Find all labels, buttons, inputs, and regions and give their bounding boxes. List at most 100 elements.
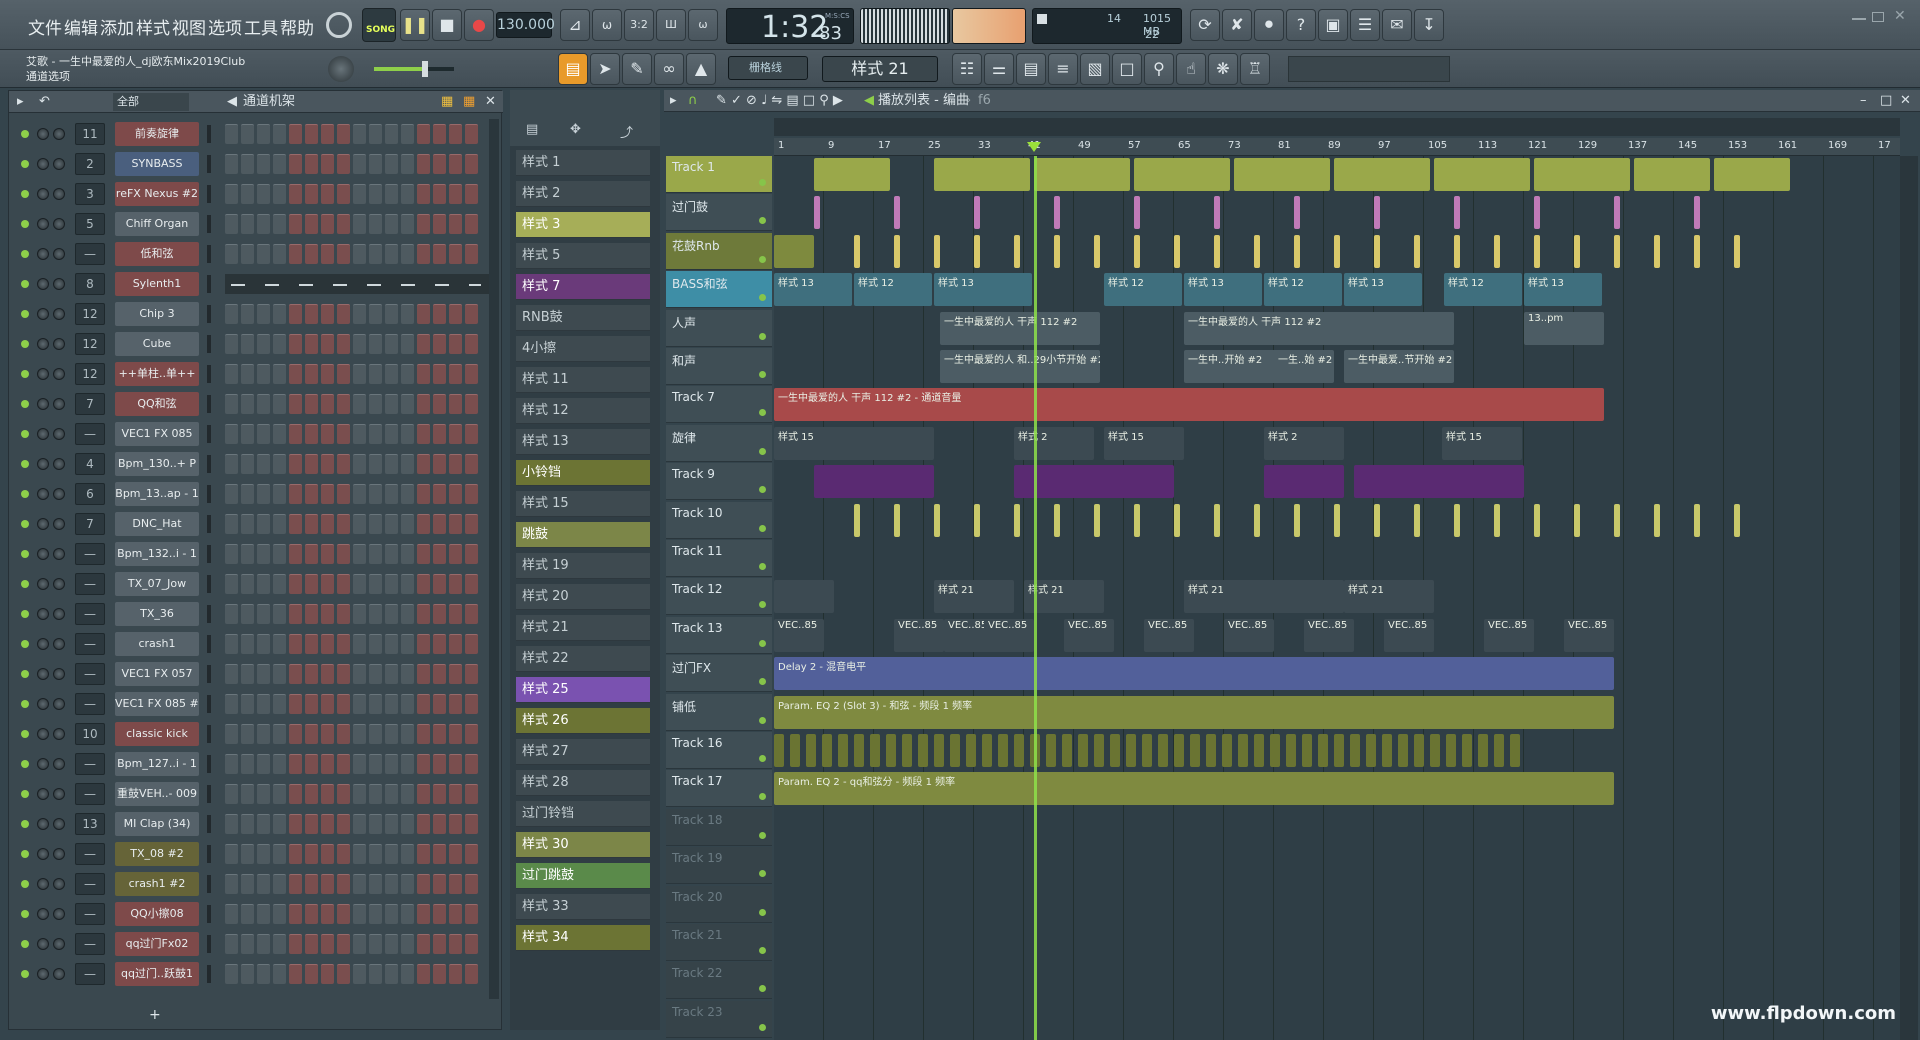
step-button[interactable] [305, 694, 318, 714]
step-button[interactable] [369, 964, 382, 984]
drum-fill-clip[interactable] [1414, 234, 1420, 268]
step-button[interactable] [353, 244, 366, 264]
pan-knob-icon[interactable] [37, 308, 49, 320]
step-button[interactable] [337, 874, 350, 894]
step-button[interactable] [433, 934, 446, 954]
drum-fill-clip[interactable] [1294, 503, 1300, 537]
step-button[interactable] [353, 424, 366, 444]
pattern-item[interactable]: 样式 5 [516, 243, 650, 269]
step-button[interactable] [337, 514, 350, 534]
drum-fill-clip[interactable] [1654, 234, 1660, 268]
step-button[interactable] [337, 124, 350, 144]
step-button[interactable] [337, 664, 350, 684]
channel-mute-led[interactable] [21, 160, 29, 168]
track-enable-led[interactable] [759, 870, 766, 878]
step-button[interactable] [289, 394, 302, 414]
track-enable-led[interactable] [759, 831, 766, 839]
channel-name-button[interactable]: 前奏旋律 [115, 122, 199, 146]
drum-fill-clip[interactable] [1374, 234, 1380, 268]
step-button[interactable] [257, 694, 270, 714]
pan-knob-icon[interactable] [37, 548, 49, 560]
channel-mute-led[interactable] [21, 820, 29, 828]
maximize-icon[interactable] [1872, 12, 1884, 22]
step-button[interactable] [337, 424, 350, 444]
step-button[interactable] [385, 844, 398, 864]
playlist-arrow-icon[interactable]: ▸ [670, 90, 677, 112]
playlist-clip[interactable]: 样式 12 [1444, 273, 1522, 307]
step-button[interactable] [289, 574, 302, 594]
step-button[interactable] [369, 844, 382, 864]
step-button[interactable] [385, 424, 398, 444]
channel-name-button[interactable]: Chip 3 [115, 302, 199, 326]
step-button[interactable] [465, 334, 478, 354]
step-button[interactable] [433, 454, 446, 474]
step-button[interactable] [465, 604, 478, 624]
channel-select-bar[interactable] [207, 245, 211, 263]
step-button[interactable] [321, 934, 334, 954]
channel-mute-led[interactable] [21, 310, 29, 318]
note-clip[interactable] [1142, 734, 1152, 767]
track-enable-led[interactable] [759, 985, 766, 993]
step-button[interactable] [321, 364, 334, 384]
mixer-track-number[interactable]: — [75, 573, 105, 595]
channel-rack-icon[interactable]: ☷ [952, 53, 982, 85]
channel-row[interactable]: 7 QQ和弦 [9, 389, 503, 419]
channel-row[interactable]: 5 Chiff Organ [9, 209, 503, 239]
step-button[interactable] [225, 814, 238, 834]
step-button[interactable] [241, 244, 254, 264]
step-button[interactable] [401, 784, 414, 804]
step-button[interactable] [321, 604, 334, 624]
step-button[interactable] [305, 154, 318, 174]
note-clip[interactable] [1046, 734, 1056, 767]
channel-select-bar[interactable] [207, 815, 211, 833]
step-button[interactable] [305, 724, 318, 744]
menu-pattern[interactable]: 样式 [136, 14, 170, 39]
step-button[interactable] [385, 514, 398, 534]
step-button[interactable] [401, 364, 414, 384]
channel-mute-led[interactable] [21, 700, 29, 708]
note-clip[interactable] [774, 734, 784, 767]
step-button[interactable] [417, 424, 430, 444]
step-button[interactable] [321, 484, 334, 504]
step-button[interactable] [321, 394, 334, 414]
note-clip[interactable] [950, 734, 960, 767]
step-button[interactable] [369, 544, 382, 564]
countdown-icon[interactable]: 3:2 [624, 9, 654, 41]
drum-fill-clip[interactable] [1014, 503, 1020, 537]
playlist-clip[interactable] [1034, 158, 1130, 191]
step-button[interactable] [305, 514, 318, 534]
note-clip[interactable] [998, 734, 1008, 767]
playlist-clip[interactable] [1134, 158, 1230, 191]
track-header[interactable]: Track 11 [666, 540, 772, 577]
step-button[interactable] [289, 874, 302, 894]
channel-row[interactable]: — TX_08 #2 [9, 839, 503, 869]
step-button[interactable] [305, 544, 318, 564]
channel-select-bar[interactable] [207, 155, 211, 173]
step-button[interactable] [353, 874, 366, 894]
step-button[interactable] [257, 304, 270, 324]
step-button[interactable] [225, 664, 238, 684]
step-button[interactable] [433, 214, 446, 234]
step-button[interactable] [289, 154, 302, 174]
rack-close-icon[interactable]: ✕ [485, 91, 496, 113]
step-button[interactable] [273, 124, 286, 144]
step-button[interactable] [337, 154, 350, 174]
step-button[interactable] [385, 154, 398, 174]
drum-fill-clip[interactable] [974, 196, 980, 230]
step-button[interactable] [433, 904, 446, 924]
mixer-view-icon[interactable]: ≡ [1048, 53, 1078, 85]
step-button[interactable] [241, 814, 254, 834]
step-button[interactable] [433, 754, 446, 774]
step-button[interactable] [257, 724, 270, 744]
drum-fill-clip[interactable] [894, 503, 900, 537]
channel-select-bar[interactable] [207, 725, 211, 743]
step-button[interactable] [353, 574, 366, 594]
step-button[interactable] [273, 154, 286, 174]
step-button[interactable] [465, 124, 478, 144]
step-edit-icon[interactable]: Ш [656, 9, 686, 41]
pitch-knob-icon[interactable] [328, 56, 354, 82]
step-button[interactable] [385, 604, 398, 624]
step-button[interactable] [369, 514, 382, 534]
step-button[interactable] [305, 634, 318, 654]
step-button[interactable] [321, 874, 334, 894]
